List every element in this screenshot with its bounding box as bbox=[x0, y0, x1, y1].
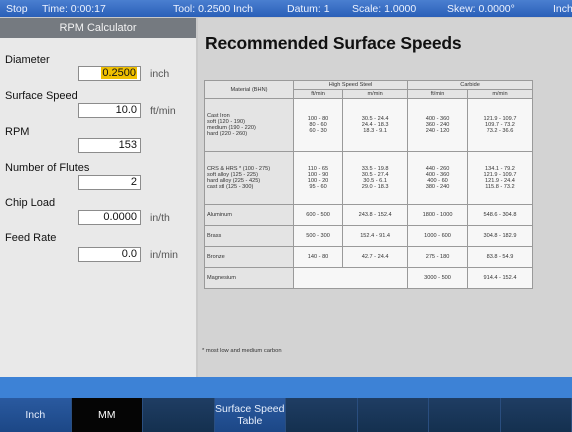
material-cell: Magnesium bbox=[204, 267, 294, 289]
hss-mmin-cell: 152.4 - 91.4 bbox=[342, 225, 409, 247]
diameter-unit: inch bbox=[150, 68, 170, 80]
mode-indicator: Stop bbox=[6, 3, 28, 15]
feed-rate-label: Feed Rate bbox=[5, 232, 57, 244]
hss-mmin-header: m/min bbox=[342, 89, 409, 99]
carbide-mmin-cell: 548.6 - 304.8 bbox=[466, 204, 534, 226]
hss-mmin-cell: 30.5 - 24.4 24.4 - 18.3 18.3 - 9.1 bbox=[342, 98, 409, 152]
tool-readout: Tool: 0.2500 Inch bbox=[173, 3, 253, 15]
material-cell: Aluminum bbox=[204, 204, 294, 226]
carbide-ftmin-header: ft/min bbox=[407, 89, 468, 99]
carbide-ftmin-cell: 400 - 360 360 - 240 240 - 120 bbox=[407, 98, 468, 152]
carbide-ftmin-cell: 3000 - 500 bbox=[407, 267, 468, 289]
surface-speed-panel: Recommended Surface Speeds Material (BHN… bbox=[198, 18, 572, 377]
hss-ftmin-cell: 110 - 65 100 - 90 100 - 20 95 - 60 bbox=[292, 151, 344, 205]
page-title: Recommended Surface Speeds bbox=[205, 33, 462, 53]
datum-readout: Datum: 1 bbox=[287, 3, 330, 15]
surface-speed-label: Surface Speed bbox=[5, 90, 78, 102]
hss-ftmin-cell: 600 - 500 bbox=[292, 204, 344, 226]
rpm-label: RPM bbox=[5, 126, 30, 138]
carbide-ftmin-cell: 440 - 260 400 - 360 400 - 60 380 - 240 bbox=[407, 151, 468, 205]
hss-ftmin-cell: 500 - 300 bbox=[292, 225, 344, 247]
surface-speed-table-softkey[interactable]: Surface Speed Table bbox=[214, 398, 286, 432]
carbide-ftmin-cell: 1800 - 1000 bbox=[407, 204, 468, 226]
surface-speed-table: Material (BHN) High Speed Steel Carbide … bbox=[204, 80, 534, 289]
carbide-header: Carbide bbox=[407, 80, 533, 90]
hss-mmin-cell: 243.8 - 152.4 bbox=[342, 204, 409, 226]
softkey-7[interactable] bbox=[429, 398, 501, 432]
rpm-calculator-panel: RPM Calculator Diameter 0.2500 inch Surf… bbox=[0, 18, 196, 377]
inch-softkey[interactable]: Inch bbox=[0, 398, 72, 432]
table-row: Magnesium 3000 - 500 914.4 - 152.4 bbox=[204, 267, 534, 289]
hss-ftmin-cell: 140 - 80 bbox=[292, 246, 344, 268]
diameter-value: 0.2500 bbox=[101, 67, 137, 79]
flutes-label: Number of Flutes bbox=[5, 162, 90, 174]
hss-header: High Speed Steel bbox=[292, 80, 409, 90]
material-header: Material (BHN) bbox=[204, 80, 294, 99]
softkey-6[interactable] bbox=[357, 398, 429, 432]
softkey-8[interactable] bbox=[500, 398, 572, 432]
hss-ftmin-cell: 100 - 80 80 - 60 60 - 30 bbox=[292, 98, 344, 152]
material-line: hard (220 - 260) bbox=[207, 131, 248, 137]
chip-load-label: Chip Load bbox=[5, 197, 56, 209]
table-row: Brass 500 - 300 152.4 - 91.4 1000 - 600 … bbox=[204, 225, 534, 247]
flutes-field[interactable]: 2 bbox=[78, 175, 141, 190]
carbide-mmin-cell: 914.4 - 152.4 bbox=[466, 267, 534, 289]
skew-readout: Skew: 0.0000° bbox=[447, 3, 515, 15]
softkey-bar: Inch MM Surface Speed Table bbox=[0, 398, 572, 432]
softkey-5[interactable] bbox=[286, 398, 358, 432]
hss-mmin-cell: 33.5 - 19.8 30.5 - 27.4 30.5 - 6.1 29.0 - 1… bbox=[342, 151, 409, 205]
message-strip bbox=[0, 377, 572, 398]
hss-empty-cell bbox=[292, 267, 409, 289]
table-footnote: * most low and medium carbon bbox=[202, 348, 282, 354]
carbide-mmin-cell: 304.8 - 182.9 bbox=[466, 225, 534, 247]
carbide-mmin-header: m/min bbox=[466, 89, 534, 99]
status-bar: Stop Time: 0:00:17 Tool: 0.2500 Inch Dat… bbox=[0, 0, 572, 17]
softkey-3[interactable] bbox=[143, 398, 215, 432]
mm-softkey[interactable]: MM bbox=[71, 398, 143, 432]
chip-load-field[interactable]: 0.0000 bbox=[78, 210, 141, 225]
rpm-field[interactable]: 153 bbox=[78, 138, 141, 153]
material-cell: Bronze bbox=[204, 246, 294, 268]
carbide-ftmin-cell: 275 - 180 bbox=[407, 246, 468, 268]
material-cell: Cast Iron soft (120 - 190) medium (190 -… bbox=[204, 98, 294, 152]
feed-rate-unit: in/min bbox=[150, 249, 179, 261]
table-row: Aluminum 600 - 500 243.8 - 152.4 1800 - … bbox=[204, 204, 534, 226]
carbide-ftmin-cell: 1000 - 600 bbox=[407, 225, 468, 247]
carbide-mmin-cell: 121.9 - 109.7 109.7 - 73.2 73.2 - 36.6 bbox=[466, 98, 534, 152]
scale-readout: Scale: 1.0000 bbox=[352, 3, 417, 15]
material-cell: Brass bbox=[204, 225, 294, 247]
panel-title: RPM Calculator bbox=[0, 18, 196, 38]
diameter-field[interactable]: 0.2500 bbox=[78, 66, 141, 81]
hss-mmin-cell: 42.7 - 24.4 bbox=[342, 246, 409, 268]
units-readout: Inch bbox=[553, 3, 572, 15]
carbide-mmin-cell: 83.8 - 54.9 bbox=[466, 246, 534, 268]
carbide-mmin-cell: 134.1 - 79.2 121.9 - 109.7 121.9 - 24.4 115… bbox=[466, 151, 534, 205]
hss-ftmin-header: ft/min bbox=[292, 89, 344, 99]
surface-speed-unit: ft/min bbox=[150, 105, 176, 117]
table-row: CRS & HRS * (100 - 275) soft alloy (125 … bbox=[204, 151, 534, 205]
surface-speed-field[interactable]: 10.0 bbox=[78, 103, 141, 118]
material-cell: CRS & HRS * (100 - 275) soft alloy (125 … bbox=[204, 151, 294, 205]
table-row: Cast Iron soft (120 - 190) medium (190 -… bbox=[204, 98, 534, 152]
elapsed-time: Time: 0:00:17 bbox=[42, 3, 106, 15]
chip-load-unit: in/th bbox=[150, 212, 170, 224]
table-row: Bronze 140 - 80 42.7 - 24.4 275 - 180 83… bbox=[204, 246, 534, 268]
diameter-label: Diameter bbox=[5, 54, 50, 66]
feed-rate-field[interactable]: 0.0 bbox=[78, 247, 141, 262]
